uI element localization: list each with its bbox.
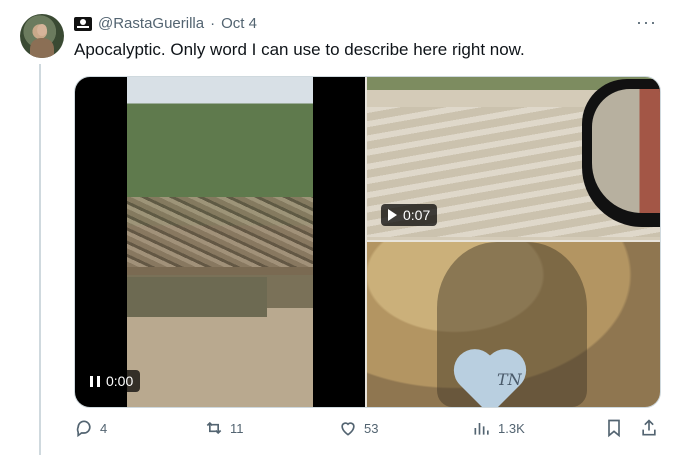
media-grid: 0:00 0:07 TN xyxy=(74,76,661,408)
share-icon xyxy=(642,419,656,436)
reply-count: 4 xyxy=(100,420,108,436)
avatar[interactable] xyxy=(20,14,64,58)
video-time-label: 0:00 xyxy=(106,373,134,389)
more-options-icon[interactable]: ··· xyxy=(636,12,657,33)
pause-icon xyxy=(90,375,100,387)
reply-button[interactable]: 4 xyxy=(74,418,107,438)
play-icon xyxy=(388,209,397,221)
like-button[interactable]: 53 xyxy=(338,418,378,438)
action-bar: 4 11 53 1.3K xyxy=(74,418,659,442)
post-text: Apocalyptic. Only word I can use to desc… xyxy=(74,40,525,59)
repost-count: 11 xyxy=(230,420,244,436)
view-count: 1.3K xyxy=(498,420,525,436)
video-tile-sand[interactable]: 0:07 xyxy=(367,77,660,240)
video-tile-flood[interactable]: 0:00 xyxy=(75,77,365,407)
avatar-face xyxy=(37,24,47,36)
video-duration[interactable]: 0:07 xyxy=(381,204,438,226)
video-duration-label: 0:07 xyxy=(403,207,431,223)
bookmark-icon xyxy=(608,419,620,438)
share-button[interactable] xyxy=(639,418,659,438)
heart-icon xyxy=(341,422,355,436)
repost-button[interactable]: 11 xyxy=(204,418,244,438)
analytics-icon xyxy=(474,423,489,435)
separator: · xyxy=(210,15,216,32)
like-count: 53 xyxy=(364,420,379,436)
handle[interactable]: @RastaGuerilla xyxy=(98,15,204,32)
heart-text: TN xyxy=(497,370,522,389)
flood-scene-image xyxy=(127,77,313,407)
repost-icon xyxy=(206,421,222,435)
bookmark-button[interactable] xyxy=(604,418,624,438)
avatar-body xyxy=(30,38,54,58)
post-header: @RastaGuerilla · Oct 4 xyxy=(74,15,257,32)
views-button[interactable]: 1.3K xyxy=(472,418,525,438)
post-date[interactable]: Oct 4 xyxy=(221,15,257,32)
pirate-flag-icon xyxy=(74,16,92,31)
reply-icon xyxy=(76,420,91,438)
photo-tile-heart[interactable]: TN xyxy=(367,242,660,407)
video-timestamp[interactable]: 0:00 xyxy=(83,370,141,392)
thread-line xyxy=(39,64,41,455)
